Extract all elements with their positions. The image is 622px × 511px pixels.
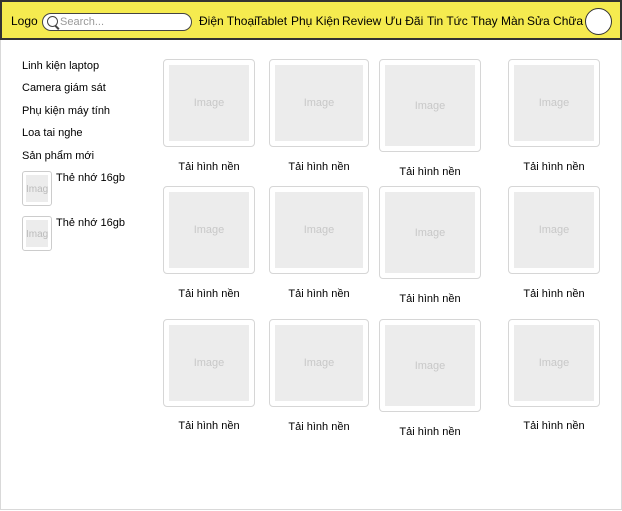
wallpaper-caption[interactable]: Tải hình nền (379, 293, 481, 305)
wallpaper-caption[interactable]: Tải hình nền (508, 288, 600, 300)
nav-sua-chua[interactable]: Sửa Chữa (527, 14, 583, 28)
image-placeholder: Image (514, 192, 594, 268)
wallpaper-caption[interactable]: Tải hình nền (163, 420, 255, 432)
sidebar-item-san-pham-moi[interactable]: Sản phẩm mới (22, 150, 94, 162)
sidebar-item-phu-kien-may-tinh[interactable]: Phụ kiện máy tính (22, 105, 110, 117)
product-thumbnail[interactable]: Image (22, 171, 52, 206)
product-thumbnail[interactable]: Image (22, 216, 52, 251)
nav-phu-kien[interactable]: Phụ Kiện (291, 14, 340, 28)
nav-tin-tuc[interactable]: Tin Tức (427, 14, 468, 28)
image-placeholder: Image (275, 65, 363, 141)
wallpaper-card[interactable]: Image (269, 319, 369, 407)
image-placeholder: Image (514, 325, 594, 401)
top-nav-bar: Logo Điện Thoại Tablet Phụ Kiện Review Ư… (0, 0, 622, 40)
wallpaper-caption[interactable]: Tải hình nền (379, 166, 481, 178)
search-input[interactable] (60, 15, 185, 28)
wallpaper-card[interactable]: Image (163, 59, 255, 147)
image-placeholder: Image (385, 192, 475, 273)
search-icon[interactable] (47, 16, 58, 27)
wallpaper-card[interactable]: Image (163, 186, 255, 274)
product-label[interactable]: Thẻ nhớ 16gb (56, 172, 125, 184)
image-placeholder: Image (169, 192, 249, 268)
nav-dien-thoai[interactable]: Điện Thoại (199, 14, 257, 28)
image-placeholder: Image (385, 65, 475, 146)
wallpaper-card[interactable]: Image (379, 319, 481, 412)
sidebar-item-linh-kien-laptop[interactable]: Linh kiện laptop (22, 60, 99, 72)
wallpaper-card[interactable]: Image (508, 59, 600, 147)
image-placeholder: Image (275, 192, 363, 268)
image-placeholder: Image (26, 175, 48, 202)
wallpaper-card[interactable]: Image (508, 319, 600, 407)
image-placeholder: Image (514, 65, 594, 141)
wallpaper-caption[interactable]: Tải hình nền (379, 426, 481, 438)
image-placeholder: Image (169, 325, 249, 401)
wallpaper-caption[interactable]: Tải hình nền (508, 420, 600, 432)
nav-thay-man[interactable]: Thay Màn (471, 14, 524, 28)
wallpaper-caption[interactable]: Tải hình nền (269, 161, 369, 173)
wallpaper-card[interactable]: Image (508, 186, 600, 274)
wallpaper-card[interactable]: Image (379, 186, 481, 279)
avatar[interactable] (585, 8, 612, 35)
logo[interactable]: Logo (11, 14, 38, 28)
wallpaper-caption[interactable]: Tải hình nền (163, 288, 255, 300)
image-placeholder: Image (275, 325, 363, 401)
wallpaper-card[interactable]: Image (269, 59, 369, 147)
wallpaper-caption[interactable]: Tải hình nền (269, 421, 369, 433)
wallpaper-caption[interactable]: Tải hình nền (163, 161, 255, 173)
sidebar-item-camera-giam-sat[interactable]: Camera giám sát (22, 82, 106, 94)
nav-review[interactable]: Review (342, 14, 381, 28)
wallpaper-card[interactable]: Image (269, 186, 369, 274)
sidebar-item-loa-tai-nghe[interactable]: Loa tai nghe (22, 127, 83, 139)
image-placeholder: Image (385, 325, 475, 406)
wallpaper-caption[interactable]: Tải hình nền (269, 288, 369, 300)
image-placeholder: Image (26, 220, 48, 247)
nav-uu-dai[interactable]: Ưu Đãi (385, 14, 423, 28)
search-box[interactable] (42, 13, 192, 31)
wallpaper-card[interactable]: Image (379, 59, 481, 152)
wallpaper-card[interactable]: Image (163, 319, 255, 407)
image-placeholder: Image (169, 65, 249, 141)
product-label[interactable]: Thẻ nhớ 16gb (56, 217, 125, 229)
nav-tablet[interactable]: Tablet (255, 14, 287, 28)
wallpaper-caption[interactable]: Tải hình nền (508, 161, 600, 173)
